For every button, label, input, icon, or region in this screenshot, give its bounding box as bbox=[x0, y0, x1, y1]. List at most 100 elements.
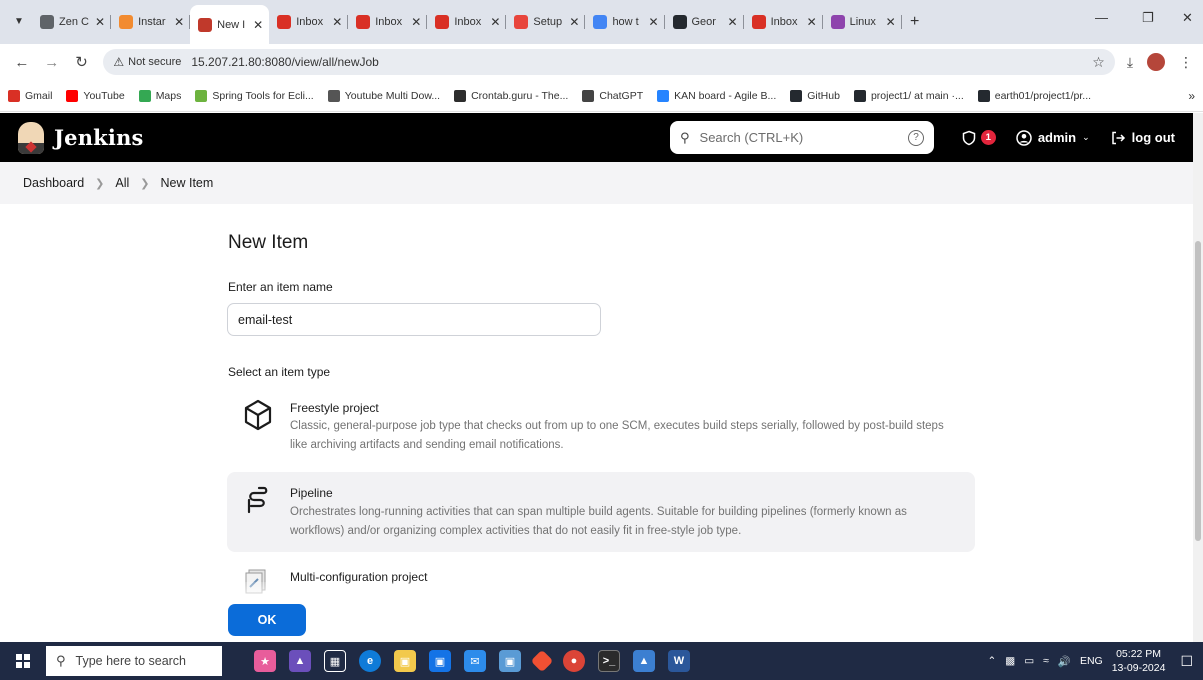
battery-icon[interactable]: ▭ bbox=[1024, 655, 1034, 667]
item-title[interactable]: Freestyle project bbox=[290, 401, 379, 415]
language-indicator[interactable]: ENG bbox=[1080, 655, 1103, 667]
omnibox[interactable]: ⚠ Not secure 15.207.21.80:8080/view/all/… bbox=[103, 49, 1115, 75]
browser-tab[interactable]: Setup ✕ bbox=[506, 5, 586, 39]
mail-icon[interactable]: ✉ bbox=[464, 650, 486, 672]
close-tab-icon[interactable]: ✕ bbox=[95, 15, 105, 29]
item-name-input[interactable] bbox=[227, 303, 601, 336]
search-input[interactable] bbox=[699, 130, 880, 145]
close-tab-icon[interactable]: ✕ bbox=[807, 15, 817, 29]
bookmark-item[interactable]: project1/ at main ·... bbox=[853, 89, 964, 102]
file-explorer-icon[interactable]: ▣ bbox=[394, 650, 416, 672]
logout-button[interactable]: log out bbox=[1110, 130, 1175, 146]
breadcrumb-all[interactable]: All bbox=[115, 176, 129, 190]
menu-kebab-icon[interactable]: ⋮ bbox=[1179, 54, 1193, 71]
browser-tab[interactable]: Inbox ✕ bbox=[427, 5, 507, 39]
jenkins-title[interactable]: Jenkins bbox=[54, 125, 144, 150]
bookmark-star-icon[interactable]: ☆ bbox=[1092, 54, 1105, 71]
item-title[interactable]: Pipeline bbox=[290, 486, 333, 500]
browser-tab[interactable]: Inbox ✕ bbox=[269, 5, 349, 39]
forward-icon[interactable]: → bbox=[40, 54, 64, 71]
help-icon[interactable]: ? bbox=[908, 129, 924, 146]
store-icon[interactable]: ▣ bbox=[429, 650, 451, 672]
photos-icon[interactable]: ▣ bbox=[499, 650, 521, 672]
bookmark-item[interactable]: ChatGPT bbox=[582, 89, 643, 102]
chevron-up-icon[interactable]: ⌃ bbox=[987, 655, 996, 667]
url-text[interactable]: 15.207.21.80:8080/view/all/newJob bbox=[191, 55, 378, 69]
browser-tab[interactable]: Inbox ✕ bbox=[348, 5, 428, 39]
app-icon[interactable]: ▲ bbox=[633, 650, 655, 672]
search-box[interactable]: ⚲ ? bbox=[670, 121, 934, 154]
taskbar-search-placeholder[interactable]: Type here to search bbox=[76, 654, 186, 668]
bookmark-item[interactable]: earth01/project1/pr... bbox=[977, 89, 1091, 102]
reload-icon[interactable]: ↻ bbox=[70, 53, 94, 71]
breadcrumb-dashboard[interactable]: Dashboard bbox=[23, 176, 84, 190]
notification-icon[interactable]: ☐ bbox=[1180, 653, 1193, 670]
chevron-down-icon[interactable]: ⌄ bbox=[1082, 132, 1090, 143]
browser-tab[interactable]: how t ✕ bbox=[585, 5, 665, 39]
download-icon[interactable]: ⤓ bbox=[1127, 54, 1133, 71]
terminal-icon[interactable]: >_ bbox=[598, 650, 620, 672]
bookmark-item[interactable]: KAN board - Agile B... bbox=[657, 89, 776, 102]
security-label[interactable]: Not secure bbox=[128, 56, 181, 68]
item-type-freestyle[interactable]: Freestyle project Classic, general-purpo… bbox=[227, 390, 975, 460]
close-tab-icon[interactable]: ✕ bbox=[174, 15, 184, 29]
browser-tab[interactable]: Inbox ✕ bbox=[744, 5, 823, 39]
logout-label[interactable]: log out bbox=[1132, 130, 1175, 145]
item-type-pipeline[interactable]: Pipeline Orchestrates long-running activ… bbox=[227, 472, 975, 552]
breadcrumb-new-item[interactable]: New Item bbox=[161, 176, 214, 190]
start-button[interactable] bbox=[0, 642, 46, 680]
ok-button[interactable]: OK bbox=[228, 604, 306, 636]
close-tab-icon[interactable]: ✕ bbox=[490, 15, 500, 29]
profile-avatar[interactable] bbox=[1147, 53, 1166, 71]
tab-search-chevron-icon[interactable]: ▼ bbox=[6, 8, 32, 34]
git-icon[interactable] bbox=[530, 649, 554, 673]
warning-icon[interactable]: ⚠ bbox=[113, 55, 124, 69]
word-icon[interactable]: W bbox=[668, 650, 690, 672]
browser-tab[interactable]: New I ✕ bbox=[190, 5, 270, 44]
close-tab-icon[interactable]: ✕ bbox=[569, 15, 579, 29]
wifi-icon[interactable]: ≈ bbox=[1043, 655, 1049, 667]
device-icon[interactable]: ▩ bbox=[1005, 655, 1015, 667]
bookmark-item[interactable]: Maps bbox=[138, 89, 182, 102]
close-tab-icon[interactable]: ✕ bbox=[648, 15, 658, 29]
volume-icon[interactable]: 🔊 bbox=[1058, 655, 1071, 668]
security-alerts-button[interactable]: 1 bbox=[961, 130, 996, 146]
item-type-label: Select an item type bbox=[228, 365, 331, 379]
page-scrollbar[interactable] bbox=[1193, 113, 1203, 642]
bookmark-label: Maps bbox=[155, 89, 182, 102]
task-view-icon[interactable]: ▦ bbox=[324, 650, 346, 672]
close-tab-icon[interactable]: ✕ bbox=[886, 15, 896, 29]
bookmark-item[interactable]: Youtube Multi Dow... bbox=[327, 89, 440, 102]
minimize-icon[interactable]: — bbox=[1095, 10, 1108, 25]
bookmark-item[interactable]: Spring Tools for Ecli... bbox=[195, 89, 314, 102]
browser-tab[interactable]: Geor ✕ bbox=[665, 5, 744, 39]
close-tab-icon[interactable]: ✕ bbox=[332, 15, 342, 29]
user-menu[interactable]: admin ⌄ bbox=[1016, 129, 1090, 146]
new-tab-button[interactable]: + bbox=[902, 5, 928, 39]
clock[interactable]: 05:22 PM 13-09-2024 bbox=[1112, 647, 1166, 675]
restore-icon[interactable]: ❐ bbox=[1142, 10, 1154, 26]
taskbar-search[interactable]: ⚲ Type here to search bbox=[46, 646, 222, 676]
browser-tab[interactable]: Linux ✕ bbox=[823, 5, 902, 39]
bookmark-item[interactable]: YouTube bbox=[66, 89, 125, 102]
bookmarks-overflow-icon[interactable]: » bbox=[1188, 89, 1195, 103]
bookmark-label: YouTube bbox=[83, 89, 125, 102]
bookmark-item[interactable]: GitHub bbox=[790, 89, 840, 102]
edge-icon[interactable]: e bbox=[359, 650, 381, 672]
back-icon[interactable]: ← bbox=[10, 54, 34, 71]
chrome-icon[interactable]: ● bbox=[563, 650, 585, 672]
browser-tab[interactable]: Zen C ✕ bbox=[32, 5, 112, 39]
close-tab-icon[interactable]: ✕ bbox=[411, 15, 421, 29]
bookmark-item[interactable]: Gmail bbox=[8, 89, 52, 102]
hat-icon[interactable]: ▲ bbox=[289, 650, 311, 672]
browser-tab[interactable]: Instar ✕ bbox=[111, 5, 191, 39]
username[interactable]: admin bbox=[1038, 130, 1076, 145]
jenkins-logo-icon[interactable] bbox=[18, 121, 44, 154]
document-icon bbox=[40, 15, 54, 29]
bookmark-item[interactable]: Crontab.guru - The... bbox=[454, 89, 568, 102]
close-tab-icon[interactable]: ✕ bbox=[728, 15, 738, 29]
close-tab-icon[interactable]: ✕ bbox=[253, 18, 263, 32]
scrollbar-thumb[interactable] bbox=[1195, 241, 1201, 541]
close-window-icon[interactable]: ✕ bbox=[1182, 10, 1193, 26]
widgets-icon[interactable]: ★ bbox=[254, 650, 276, 672]
